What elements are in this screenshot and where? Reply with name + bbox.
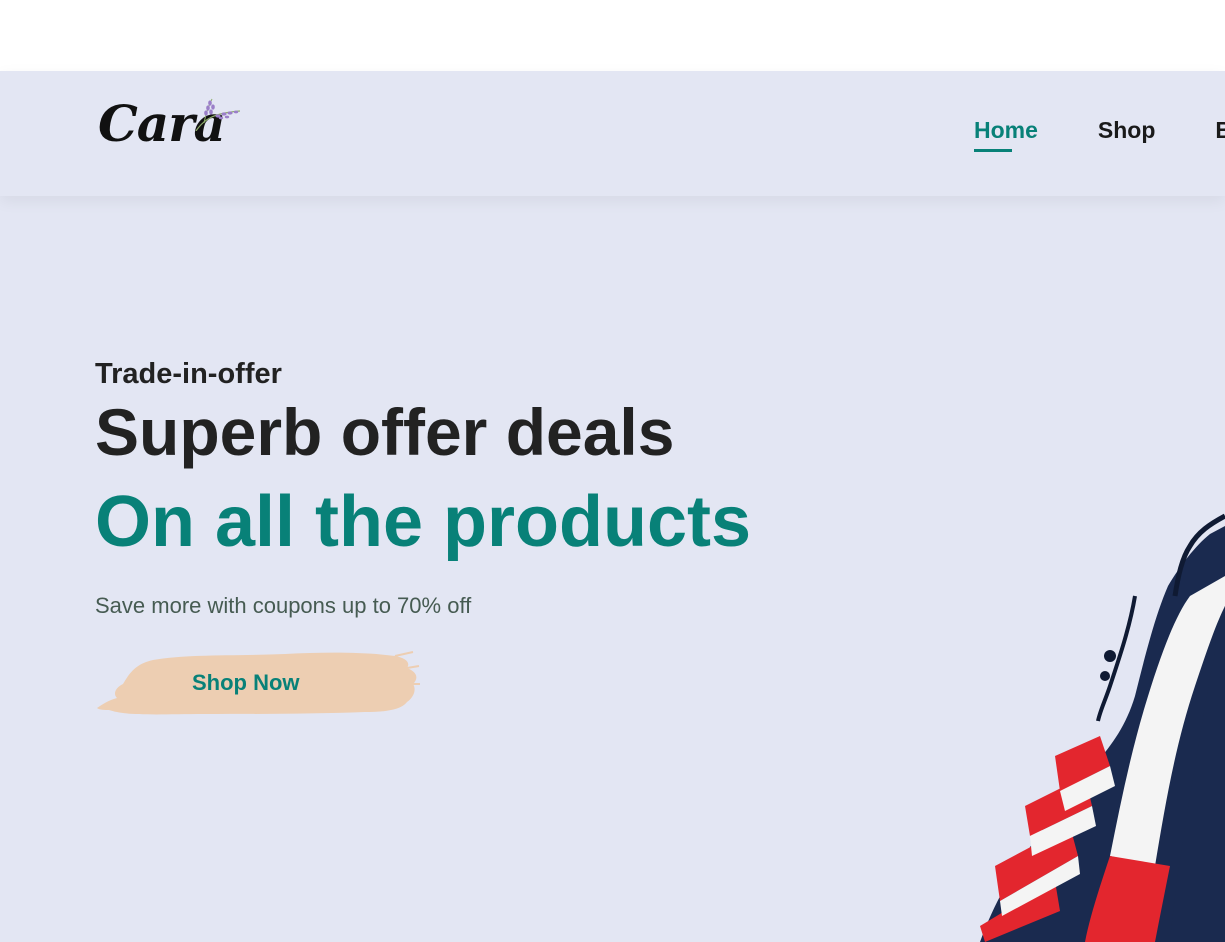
- nav-item-home[interactable]: Home: [974, 117, 1038, 152]
- jacket-image: [980, 513, 1225, 942]
- shop-now-button[interactable]: Shop Now: [95, 648, 420, 718]
- nav-item-blog[interactable]: B: [1215, 117, 1225, 144]
- hero-description: Save more with coupons up to 70% off: [95, 593, 472, 618]
- shop-now-label: Shop Now: [192, 670, 300, 695]
- hero-subtitle: Trade-in-offer: [95, 358, 282, 390]
- hero-section: Trade-in-offer Superb offer deals On all…: [0, 196, 1225, 942]
- nav-item-shop[interactable]: Shop: [1098, 117, 1156, 144]
- site-header: Cara Home Shop B: [0, 71, 1225, 196]
- hero-title-accent: On all the products: [95, 482, 752, 562]
- lavender-sprig-icon: [195, 98, 241, 131]
- main-nav: Home Shop B: [974, 117, 1225, 152]
- top-strip: [0, 0, 1225, 71]
- hero-title: Superb offer deals: [95, 395, 675, 469]
- logo[interactable]: Cara: [98, 97, 248, 163]
